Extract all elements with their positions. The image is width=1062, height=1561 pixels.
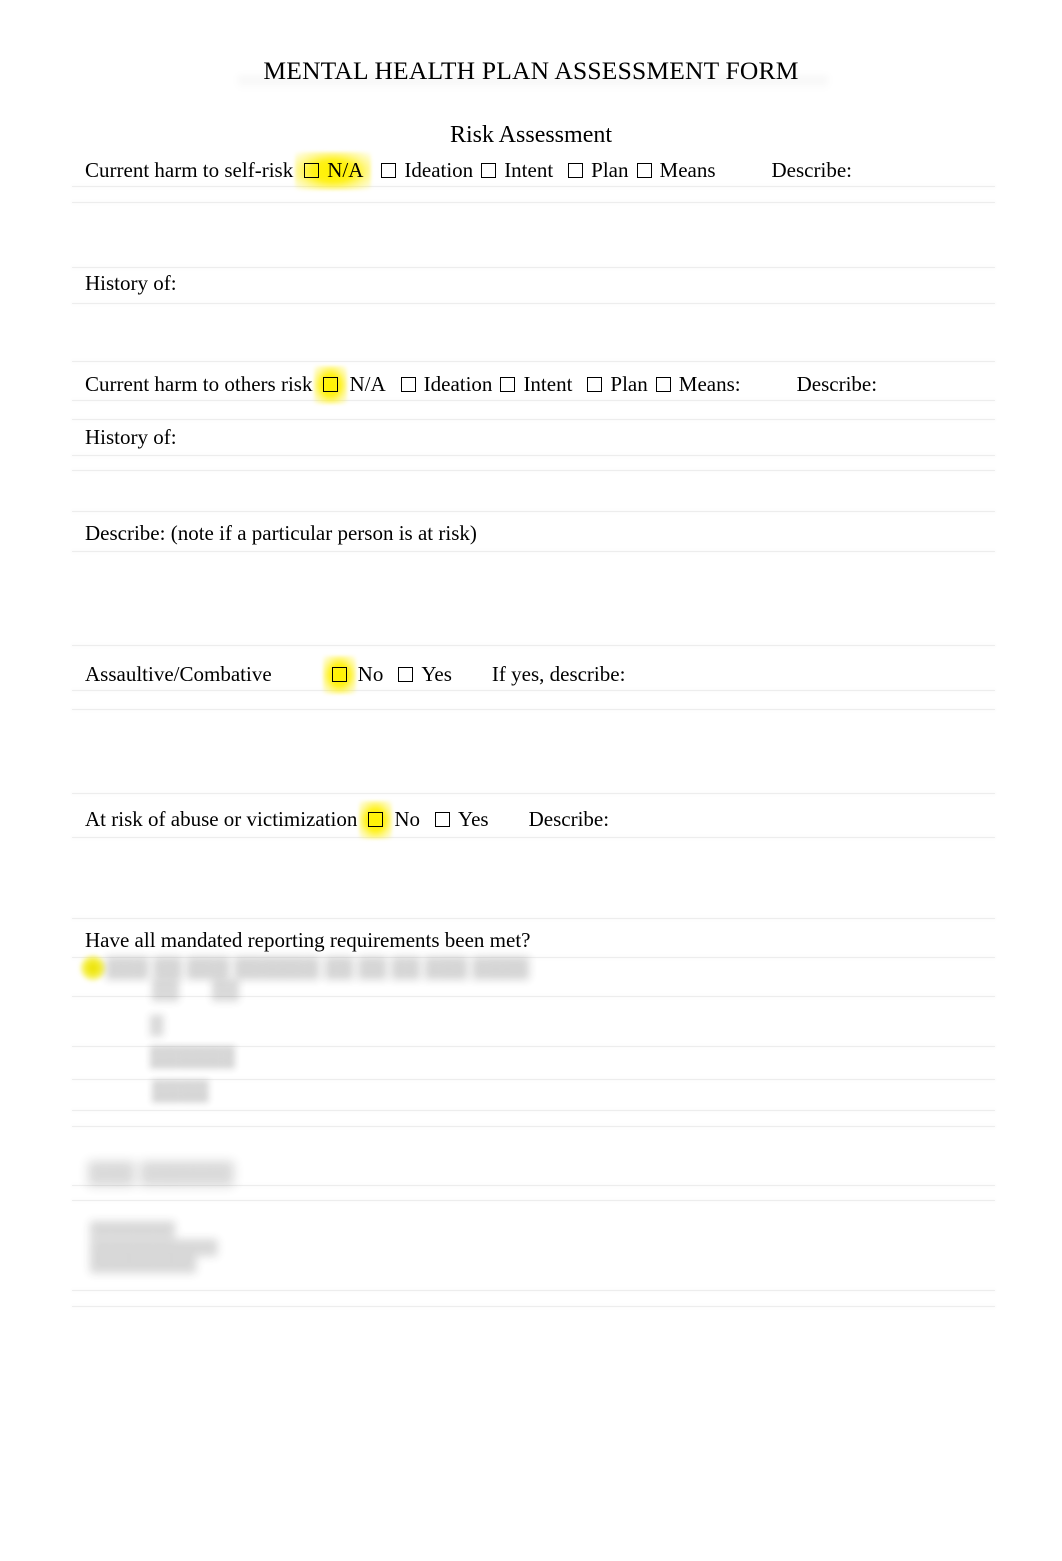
- table-rule: [72, 551, 995, 552]
- table-rule: [72, 709, 995, 710]
- table-rule: [72, 1290, 995, 1291]
- redacted-mandated-sub-e: ▒▒▒▒: [152, 1080, 209, 1102]
- table-rule: [72, 918, 995, 919]
- option-label-others-intent: Intent: [523, 372, 573, 396]
- redacted-mandated-sub-b: ▒▒: [212, 980, 239, 1001]
- table-rule: [72, 1126, 995, 1127]
- row-label-describe-person: Describe: (note if a particular person i…: [85, 521, 477, 545]
- highlight-assaultive-no: [328, 662, 351, 687]
- redacted-mandated-line-2: ▒▒ ▒▒ ▒▒ ▒▒▒ ▒▒▒▒: [325, 957, 530, 979]
- row-label-abuse-risk: At risk of abuse or victimization: [85, 807, 358, 831]
- row-current-harm-to-others: Current harm to others risk N/A Ideation In…: [85, 372, 877, 397]
- redacted-mandated-sub-a: ▒▒: [152, 980, 179, 1001]
- redacted-closing-block: ▒▒▒▒▒▒▒▒ ▒▒▒▒▒▒▒▒▒▒▒▒ ▒▒▒▒▒▒▒▒▒▒: [90, 1222, 218, 1274]
- highlight-abuse-no: [364, 807, 387, 832]
- checkbox-abuse-yes[interactable]: [435, 812, 451, 827]
- option-label-others-means: Means:: [678, 372, 741, 396]
- table-rule: [72, 202, 995, 203]
- redacted-mandated-line-1: ▒▒▒ ▒▒ ▒▒▒ ▒▒▒▒▒▒: [106, 957, 320, 979]
- table-rule: [72, 419, 995, 420]
- table-rule: [72, 186, 995, 187]
- checkbox-others-plan[interactable]: [587, 377, 603, 392]
- table-rule: [72, 1079, 995, 1080]
- table-rule: [72, 1200, 995, 1201]
- option-label-others-plan: Plan: [610, 372, 648, 396]
- option-label-self-intent: Intent: [504, 158, 554, 182]
- highlight-na-self: N/A: [300, 158, 366, 183]
- option-label-self-plan: Plan: [591, 158, 629, 182]
- title-smudge-artifact: [238, 76, 828, 90]
- table-rule: [72, 1110, 995, 1111]
- describe-label-abuse: Describe:: [528, 807, 610, 831]
- describe-label-self: Describe:: [771, 158, 852, 182]
- table-rule: [72, 511, 995, 512]
- option-label-self-means: Means: [659, 158, 716, 182]
- describe-label-assaultive: If yes, describe:: [491, 662, 626, 686]
- row-label-mandated-reporting: Have all mandated reporting requirements…: [85, 928, 531, 952]
- document-page: MENTAL HEALTH PLAN ASSESSMENT FORM Risk …: [0, 0, 1062, 1561]
- checkbox-assaultive-yes[interactable]: [398, 667, 414, 682]
- option-label-assaultive-yes: Yes: [421, 662, 452, 686]
- row-label-history-self: History of:: [85, 271, 177, 295]
- checkbox-others-na[interactable]: [323, 377, 339, 392]
- highlight-redacted-mandated: [80, 955, 106, 981]
- option-label-self-na: N/A: [327, 158, 364, 182]
- row-label-harm-others: Current harm to others risk: [85, 372, 313, 396]
- table-rule: [72, 837, 995, 838]
- redacted-closing-heading: ▒▒▒ ▒▒▒▒▒▒: [88, 1160, 234, 1185]
- row-describe-particular-person: Describe: (note if a particular person i…: [85, 523, 477, 544]
- row-assaultive-combative: Assaultive/Combative No Yes If yes, describ…: [85, 662, 625, 687]
- option-label-self-ideation: Ideation: [404, 158, 474, 182]
- row-label-harm-self: Current harm to self-risk: [85, 158, 294, 182]
- table-rule: [72, 645, 995, 646]
- option-label-abuse-yes: Yes: [458, 807, 489, 831]
- option-label-others-ideation: Ideation: [423, 372, 493, 396]
- table-rule: [72, 361, 995, 362]
- table-rule: [72, 455, 995, 456]
- table-rule: [72, 996, 995, 997]
- checkbox-self-plan[interactable]: [568, 163, 584, 178]
- table-rule: [72, 1306, 995, 1307]
- checkbox-others-intent[interactable]: [500, 377, 516, 392]
- checkbox-self-means[interactable]: [636, 163, 652, 178]
- row-history-of-others: History of:: [85, 427, 177, 448]
- redacted-mandated-sub-d: ▒▒▒▒▒▒: [150, 1046, 236, 1068]
- checkbox-others-ideation[interactable]: [400, 377, 416, 392]
- highlight-na-others: [319, 372, 342, 397]
- table-rule: [72, 690, 995, 691]
- row-mandated-reporting: Have all mandated reporting requirements…: [85, 930, 530, 951]
- row-at-risk-abuse: At risk of abuse or victimization No Yes De…: [85, 807, 609, 832]
- checkbox-self-intent[interactable]: [481, 163, 497, 178]
- describe-label-others: Describe:: [796, 372, 878, 396]
- checkbox-abuse-no[interactable]: [368, 812, 384, 827]
- row-label-assaultive: Assaultive/Combative: [85, 662, 272, 686]
- option-label-others-na: N/A: [349, 372, 386, 396]
- checkbox-self-ideation[interactable]: [381, 163, 397, 178]
- row-history-of-self: History of:: [85, 273, 177, 294]
- checkbox-others-means[interactable]: [655, 377, 671, 392]
- redacted-mandated-sub-c: ▒: [150, 1015, 164, 1036]
- checkbox-assaultive-no[interactable]: [331, 667, 347, 682]
- option-label-assaultive-no: No: [357, 662, 384, 686]
- section-heading-risk-assessment: Risk Assessment: [449, 122, 613, 148]
- row-current-harm-to-self: Current harm to self-risk N/A Ideation Inte…: [85, 158, 852, 183]
- table-rule: [72, 793, 995, 794]
- table-rule: [72, 470, 995, 471]
- table-rule: [72, 400, 995, 401]
- option-label-abuse-no: No: [394, 807, 421, 831]
- row-label-history-others: History of:: [85, 425, 177, 449]
- checkbox-self-na[interactable]: [304, 163, 320, 178]
- table-rule: [72, 303, 995, 304]
- table-rule: [72, 267, 995, 268]
